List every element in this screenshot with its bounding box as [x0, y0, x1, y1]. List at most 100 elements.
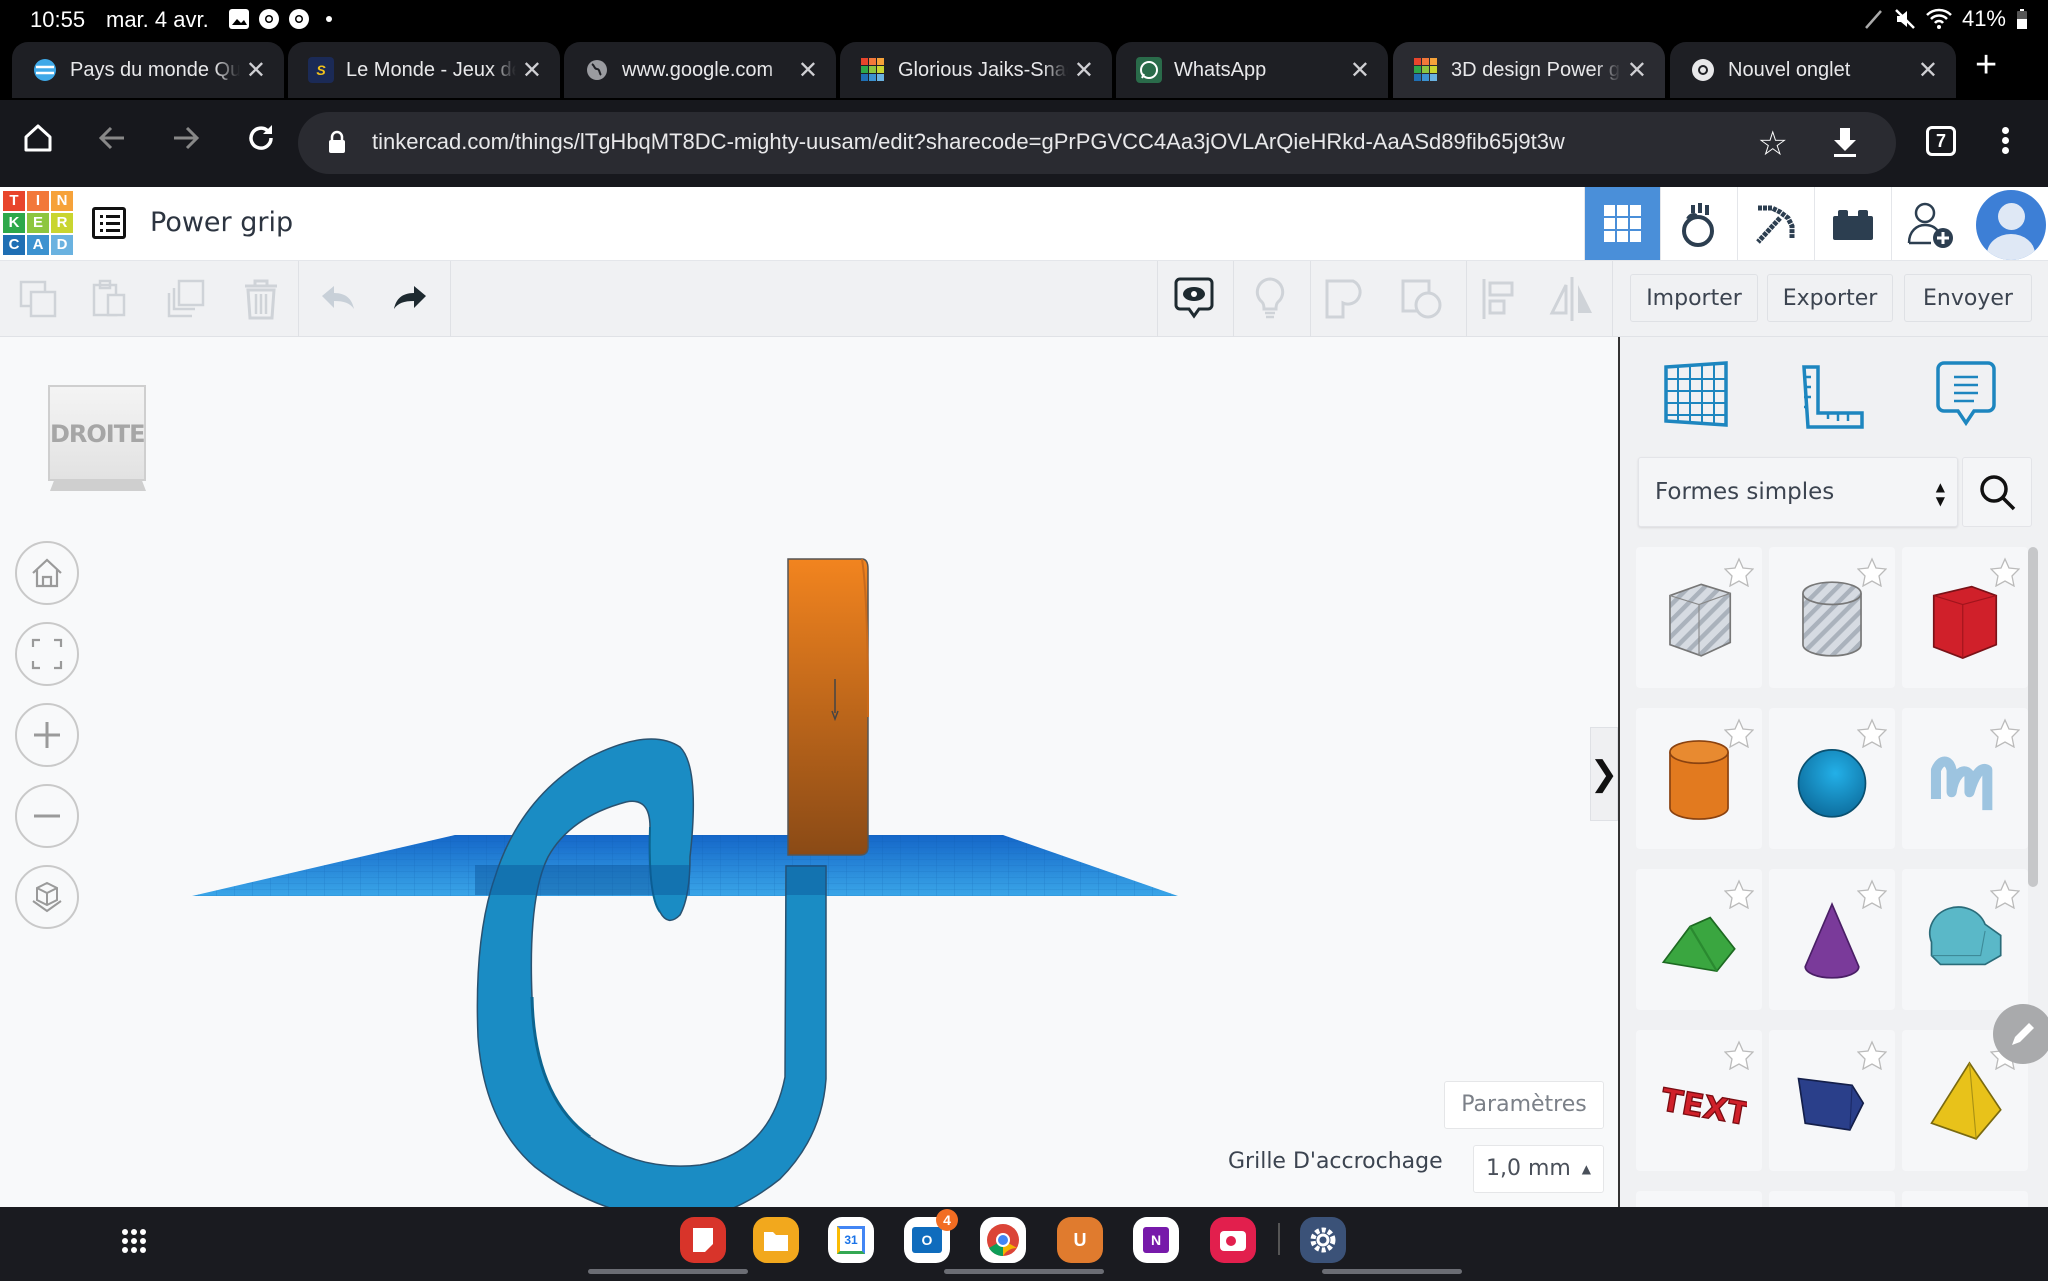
app-drawer-icon[interactable] [122, 1229, 146, 1253]
blue-hook[interactable] [475, 738, 827, 1207]
close-tab-icon[interactable]: ✕ [1627, 56, 1647, 85]
paste-button[interactable] [86, 275, 134, 323]
caret-up-icon: ▲ [1581, 1162, 1591, 1176]
design-list-icon[interactable] [92, 207, 126, 239]
copy-button[interactable] [14, 275, 62, 323]
brick-icon [1832, 209, 1873, 240]
show-all-button[interactable] [1170, 275, 1218, 323]
shape-card-sphere[interactable] [1769, 708, 1895, 849]
collapse-panel-button[interactable]: ❯ [1590, 727, 1618, 821]
shape-card-polygon[interactable] [1769, 1030, 1895, 1171]
tab-title: 3D design Power grip [1451, 58, 1621, 81]
back-icon[interactable] [92, 122, 132, 162]
align-icon [1482, 279, 1514, 319]
shape-card-cone[interactable] [1769, 869, 1895, 1010]
reload-icon[interactable] [241, 122, 281, 162]
sim-lab-button[interactable] [1660, 187, 1736, 260]
new-tab-button[interactable]: + [1975, 44, 1997, 87]
close-tab-icon[interactable]: ✕ [1918, 56, 1938, 85]
forward-icon[interactable] [166, 122, 206, 162]
mute-icon [1895, 9, 1915, 29]
tinkercad-logo[interactable]: T I N K E R C A D [3, 191, 73, 255]
tinkercad-icon [1413, 57, 1439, 83]
undo-button[interactable] [314, 275, 362, 323]
notes-toggle-button[interactable] [1246, 275, 1294, 323]
align-button[interactable] [1474, 275, 1522, 323]
u-app-icon[interactable]: U [1057, 1217, 1103, 1263]
outlook-app-icon[interactable]: O4 [904, 1209, 958, 1263]
send-button[interactable]: Envoyer [1904, 274, 2032, 322]
nav-handle[interactable] [588, 1269, 748, 1274]
panel-scrollbar[interactable] [2028, 547, 2038, 887]
delete-button[interactable] [237, 275, 285, 323]
tab-google[interactable]: www.google.com ✕ [564, 42, 836, 98]
shape-card-cylinder-hole[interactable] [1769, 547, 1895, 688]
close-tab-icon[interactable]: ✕ [522, 56, 542, 85]
design-title[interactable]: Power grip [150, 207, 293, 238]
3d-design-grid-button[interactable] [1584, 187, 1660, 260]
bricks-button[interactable] [1814, 187, 1890, 260]
minecraft-pickaxe-icon [1755, 205, 1794, 244]
minecraft-button[interactable] [1737, 187, 1813, 260]
close-tab-icon[interactable]: ✕ [246, 56, 266, 85]
shape-card-roof[interactable] [1636, 869, 1762, 1010]
shape-card-box[interactable] [1902, 547, 2028, 688]
files-app-icon[interactable] [753, 1217, 799, 1263]
browser-menu-icon[interactable] [2000, 124, 2010, 157]
pen-icon [1865, 10, 1882, 29]
shape-card-scribble[interactable] [1902, 708, 2028, 849]
close-tab-icon[interactable]: ✕ [1074, 56, 1094, 85]
shape-card-round-roof[interactable] [1902, 869, 2028, 1010]
group-button[interactable] [1322, 275, 1370, 323]
ruler-icon[interactable] [1792, 357, 1872, 437]
tab-whatsapp[interactable]: WhatsApp ✕ [1116, 42, 1388, 98]
export-button[interactable]: Exporter [1767, 274, 1893, 322]
bookmark-star-icon[interactable]: ☆ [1758, 124, 1788, 164]
close-tab-icon[interactable]: ✕ [798, 56, 818, 85]
workplane-icon[interactable] [1656, 357, 1736, 437]
battery-icon [2017, 9, 2027, 29]
import-button[interactable]: Importer [1630, 274, 1758, 322]
ungroup-button[interactable] [1398, 275, 1446, 323]
shapes-panel: Formes simples ▲ ▼ TEXT [1618, 337, 2048, 1211]
shape-category-select[interactable]: Formes simples ▲ ▼ [1638, 457, 1958, 527]
chevron-right-icon: ❯ [1589, 755, 1618, 793]
mirror-button[interactable] [1548, 275, 1596, 323]
tab-glorious-jaiks[interactable]: Glorious Jaiks-Snage ✕ [840, 42, 1112, 98]
tab-switcher-button[interactable]: 7 [1926, 126, 1956, 156]
tab-le-monde[interactable]: S Le Monde - Jeux de ca ✕ [288, 42, 560, 98]
paste-icon [92, 279, 126, 317]
close-tab-icon[interactable]: ✕ [1350, 56, 1370, 85]
shape-thumbnail-box [1932, 585, 1998, 659]
notes-app-icon[interactable] [680, 1217, 726, 1263]
tab-nouvel-onglet[interactable]: Nouvel onglet ✕ [1670, 42, 1956, 98]
shape-search-button[interactable] [1962, 457, 2032, 527]
camera-app-icon[interactable] [1210, 1217, 1256, 1263]
shape-card-text[interactable]: TEXT [1636, 1030, 1762, 1171]
shape-card-cylinder[interactable] [1636, 708, 1762, 849]
home-icon[interactable] [18, 122, 58, 162]
onenote-app-icon[interactable]: N [1133, 1217, 1179, 1263]
edit-fab-button[interactable] [1993, 1004, 2048, 1064]
pencil-icon [2012, 1023, 2034, 1045]
settings-app-icon[interactable] [1300, 1217, 1346, 1263]
nav-handle[interactable] [944, 1269, 1104, 1274]
settings-button[interactable]: Paramètres [1444, 1081, 1604, 1129]
orange-disc[interactable] [787, 558, 869, 856]
snap-grid-select[interactable]: 1,0 mm ▲ [1473, 1145, 1604, 1193]
chrome-app-icon[interactable] [980, 1217, 1026, 1263]
nav-handle[interactable] [1322, 1269, 1462, 1274]
notes-icon[interactable] [1926, 357, 2006, 437]
tab-power-grip-active[interactable]: 3D design Power grip ✕ [1393, 42, 1665, 98]
url-text[interactable]: tinkercad.com/things/lTgHbqMT8DC-mighty-… [372, 129, 1565, 155]
address-bar[interactable]: tinkercad.com/things/lTgHbqMT8DC-mighty-… [298, 112, 1896, 174]
duplicate-button[interactable] [162, 275, 210, 323]
download-icon[interactable] [1830, 126, 1860, 158]
calendar-app-icon[interactable]: 31 [828, 1217, 874, 1263]
shape-card-box-hole[interactable] [1636, 547, 1762, 688]
redo-button[interactable] [386, 275, 434, 323]
add-user-button[interactable] [1891, 187, 1967, 260]
3d-viewport[interactable]: DROITE ❯ Paramètres Grille D'accrochage … [0, 337, 1618, 1207]
user-avatar[interactable] [1976, 190, 2046, 260]
tab-pays-du-monde[interactable]: Pays du monde Quiz ✕ [12, 42, 284, 98]
